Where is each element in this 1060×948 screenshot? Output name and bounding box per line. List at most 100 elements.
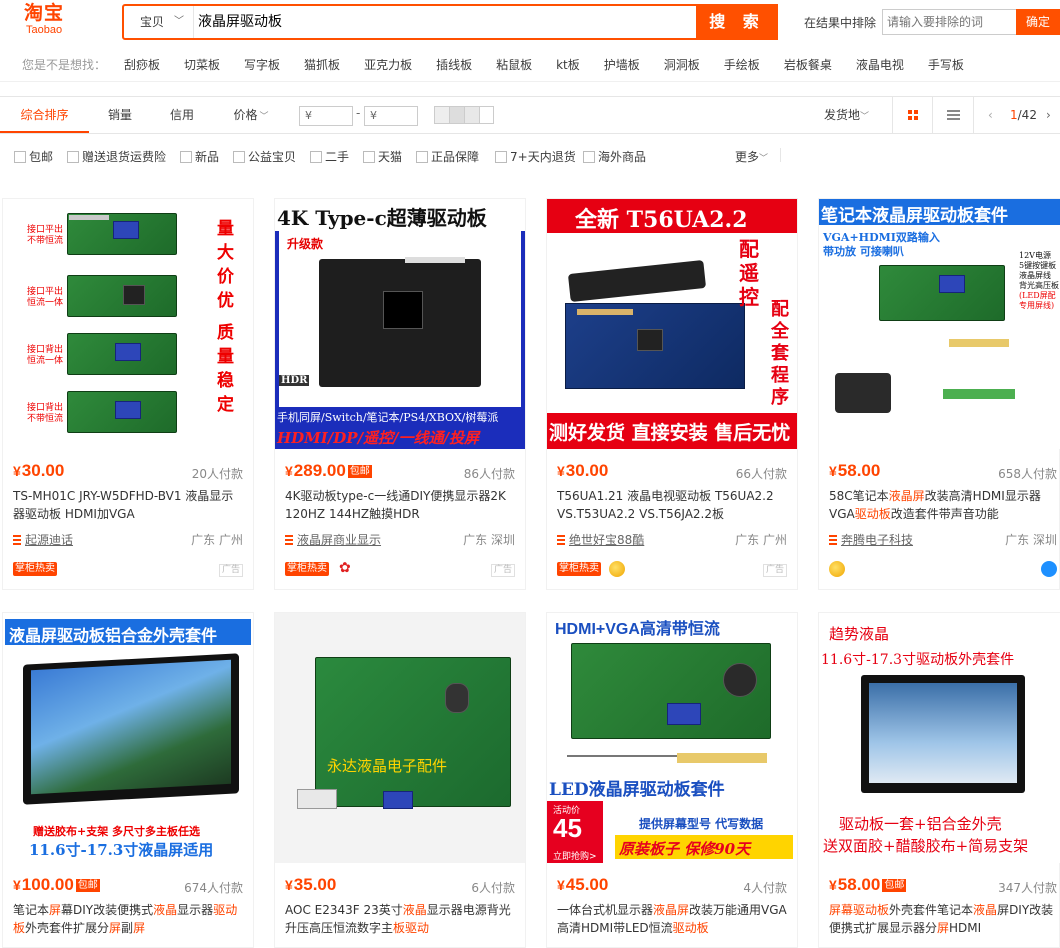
checkbox bbox=[233, 150, 245, 163]
suggestion-item[interactable]: 插线板 bbox=[436, 56, 472, 73]
product-image[interactable]: 趋势液晶 11.6寸-17.3寸驱动板外壳套件 驱动板一套+铝合金外壳 送双面胶… bbox=[819, 613, 1060, 863]
filter-overseas[interactable]: 海外商品 bbox=[583, 148, 646, 165]
sort-tab-sales[interactable]: 销量 bbox=[89, 97, 151, 133]
list-view-button[interactable] bbox=[932, 97, 974, 133]
suggestion-item[interactable]: 手写板 bbox=[928, 56, 964, 73]
prev-page-icon[interactable]: ‹ bbox=[988, 97, 993, 133]
image-caption: 12V电源 5键按键板 液晶屏线 背光高压板 (LED屏配 专用屏线) bbox=[1019, 251, 1059, 310]
product-card[interactable]: 接口平出 不带恒流 接口平出 恒流一体 接口背出 恒流一体 接口背出 不带恒流 量大价优… bbox=[2, 198, 254, 590]
product-title[interactable]: 笔记本屏幕DIY改装便携式液晶显示器驱动板外壳套件扩展分屏副屏 bbox=[13, 901, 245, 939]
suggestion-item[interactable]: 写字板 bbox=[244, 56, 280, 73]
product-image[interactable]: 笔记本液晶屏驱动板套件 VGA+HDMI双路输入 带功放 可接喇叭 12V电源 5… bbox=[819, 199, 1060, 449]
gold-medal-icon bbox=[829, 561, 845, 577]
suggestion-item[interactable]: 切菜板 bbox=[184, 56, 220, 73]
ad-label: 广告 bbox=[490, 564, 515, 577]
next-page-icon[interactable]: › bbox=[1046, 97, 1051, 133]
product-card[interactable]: HDMI+VGA高清带恒流 LED液晶屏驱动板套件 活动价 45 立即抢购> 提… bbox=[546, 612, 798, 948]
filter-7day-return[interactable]: 7+天内退货 bbox=[495, 148, 576, 165]
image-caption: 接口背出 不带恒流 bbox=[27, 403, 64, 424]
ad-label: 广告 bbox=[218, 564, 243, 577]
product-card[interactable]: 全新 T56UA2.2 配遥控 配全套程序 测好发货 直接安装 售后无忧 ¥30… bbox=[546, 198, 798, 590]
sort-tab-credit[interactable]: 信用 bbox=[151, 97, 213, 133]
search-scope-select[interactable]: 宝贝 ﹀ bbox=[124, 6, 194, 38]
buy-now-label[interactable]: 立即抢购> bbox=[553, 849, 597, 862]
shop-link[interactable]: 绝世好宝88酷 bbox=[557, 531, 644, 548]
sort-tab-default[interactable]: 综合排序 bbox=[0, 97, 89, 133]
exclude-label: 在结果中排除 bbox=[804, 16, 877, 30]
filter-label: 公益宝贝 bbox=[248, 150, 297, 164]
product-price: ¥58.00 bbox=[829, 461, 881, 480]
product-image[interactable]: 永达液晶电子配件 bbox=[275, 613, 525, 863]
product-image[interactable]: 全新 T56UA2.2 配遥控 配全套程序 测好发货 直接安装 售后无忧 bbox=[547, 199, 797, 449]
product-image[interactable]: 液晶屏驱动板铝合金外壳套件 赠送胶布+支架 多尺寸多主板任选 11.6寸-17.… bbox=[3, 613, 253, 863]
filter-genuine[interactable]: 正品保障 bbox=[416, 148, 479, 165]
chevron-down-icon: ﹀ bbox=[860, 112, 870, 122]
shop-link[interactable]: 起源迪话 bbox=[13, 531, 73, 548]
price-dash: - bbox=[356, 106, 361, 120]
product-price: ¥30.00 bbox=[13, 461, 65, 480]
hot-sale-badge: 掌柜热卖 bbox=[285, 562, 329, 576]
product-card[interactable]: 液晶屏驱动板铝合金外壳套件 赠送胶布+支架 多尺寸多主板任选 11.6寸-17.… bbox=[2, 612, 254, 948]
image-headline: 4K Type-c超薄驱动板 bbox=[277, 206, 487, 230]
filter-charity[interactable]: 公益宝贝 bbox=[233, 148, 296, 165]
suggestion-item[interactable]: 洞洞板 bbox=[664, 56, 700, 73]
product-title[interactable]: AOC E2343F 23英寸液晶显示器电源背光升压高压恒流数字主板驱动 bbox=[285, 901, 517, 939]
image-headline: 液晶屏驱动板铝合金外壳套件 bbox=[9, 626, 218, 645]
product-title[interactable]: 4K驱动板type-c一线通DIY便携显示器2K 120HZ 144HZ触摸HD… bbox=[285, 487, 517, 525]
divider bbox=[780, 148, 781, 162]
suggestion-item[interactable]: 猫抓板 bbox=[304, 56, 340, 73]
filter-label: 赠送退货运费险 bbox=[82, 150, 167, 164]
ship-from-filter[interactable]: 发货地﹀ bbox=[824, 97, 869, 133]
suggestion-item[interactable]: 粘鼠板 bbox=[496, 56, 532, 73]
image-slogan: 质量稳定 bbox=[217, 323, 234, 415]
suggestion-item[interactable]: 液晶电视 bbox=[856, 56, 904, 73]
search-button[interactable]: 搜 索 bbox=[696, 4, 778, 40]
filter-tmall[interactable]: 天猫 bbox=[363, 148, 402, 165]
product-card[interactable]: 笔记本液晶屏驱动板套件 VGA+HDMI双路输入 带功放 可接喇叭 12V电源 5… bbox=[818, 198, 1060, 590]
product-image[interactable]: HDMI+VGA高清带恒流 LED液晶屏驱动板套件 活动价 45 立即抢购> 提… bbox=[547, 613, 797, 863]
checkbox bbox=[180, 150, 192, 163]
product-title[interactable]: 一体台式机显示器液晶屏改装万能通用VGA高清HDMI带LED恒流驱动板 bbox=[557, 901, 789, 939]
product-price: ¥30.00 bbox=[557, 461, 609, 480]
product-title[interactable]: 58C笔记本液晶屏改装高清HDMI显示器VGA驱动板改造套件带声音功能 bbox=[829, 487, 1060, 525]
taobao-logo[interactable]: 淘宝 Taobao bbox=[24, 2, 84, 36]
exclude-input[interactable] bbox=[882, 9, 1016, 35]
shop-link[interactable]: 奔腾电子科技 bbox=[829, 531, 913, 548]
filter-second-hand[interactable]: 二手 bbox=[310, 148, 349, 165]
exclude-confirm-button[interactable]: 确定 bbox=[1016, 9, 1060, 35]
product-card[interactable]: 4K Type-c超薄驱动板 升级款 HDR 手机同屏/Switch/笔记本/P… bbox=[274, 198, 526, 590]
wangwang-icon[interactable] bbox=[1041, 561, 1057, 577]
filter-return-insurance[interactable]: 赠送退货运费险 bbox=[67, 148, 166, 165]
search-scope-label: 宝贝 bbox=[140, 15, 165, 29]
suggestion-item[interactable]: kt板 bbox=[556, 56, 580, 73]
flower-icon: ✿ bbox=[339, 560, 351, 576]
promo-price: 45 bbox=[553, 813, 582, 843]
product-card[interactable]: 永达液晶电子配件 ¥35.00 6人付款 AOC E2343F 23英寸液晶显示… bbox=[274, 612, 526, 948]
product-image[interactable]: 4K Type-c超薄驱动板 升级款 HDR 手机同屏/Switch/笔记本/P… bbox=[275, 199, 525, 449]
product-title[interactable]: T56UA1.21 液晶电视驱动板 T56UA2.2 VS.T53UA2.2 V… bbox=[557, 487, 789, 525]
product-title[interactable]: 屏幕驱动板外壳套件笔记本液晶屏DIY改装便携式扩展显示器分屏HDMI bbox=[829, 901, 1060, 939]
filter-row: 包邮 赠送退货运费险 新品 公益宝贝 二手 天猫 正品保障 7+天内退货 海外商… bbox=[0, 140, 1060, 170]
product-image[interactable]: 接口平出 不带恒流 接口平出 恒流一体 接口背出 恒流一体 接口背出 不带恒流 量大价优… bbox=[3, 199, 253, 449]
sort-tab-price[interactable]: 价格 ﹀ bbox=[213, 97, 289, 133]
price-min-input[interactable]: ¥ bbox=[299, 106, 353, 126]
image-subline: 带功放 可接喇叭 bbox=[823, 245, 904, 258]
suggestion-item[interactable]: 岩板餐桌 bbox=[784, 56, 832, 73]
suggestion-item[interactable]: 手绘板 bbox=[724, 56, 760, 73]
more-label: 更多 bbox=[735, 150, 760, 164]
product-card[interactable]: 趋势液晶 11.6寸-17.3寸驱动板外壳套件 驱动板一套+铝合金外壳 送双面胶… bbox=[818, 612, 1060, 948]
image-subline: LED液晶屏驱动板套件 bbox=[549, 780, 725, 800]
price-max-input[interactable]: ¥ bbox=[364, 106, 418, 126]
suggestion-item[interactable]: 刮痧板 bbox=[124, 56, 160, 73]
search-input[interactable] bbox=[198, 6, 698, 38]
hot-sale-badge: 掌柜热卖 bbox=[557, 562, 601, 576]
filter-new[interactable]: 新品 bbox=[180, 148, 219, 165]
product-title[interactable]: TS-MH01C JRY-W5DFHD-BV1 液晶显示器驱动板 HDMI加VG… bbox=[13, 487, 245, 525]
suggestion-item[interactable]: 护墙板 bbox=[604, 56, 640, 73]
suggestion-item[interactable]: 亚克力板 bbox=[364, 56, 412, 73]
grid-view-button[interactable] bbox=[892, 97, 932, 133]
checkbox bbox=[310, 150, 322, 163]
shop-link[interactable]: 液晶屏商业显示 bbox=[285, 531, 381, 548]
filter-free-shipping[interactable]: 包邮 bbox=[14, 148, 53, 165]
more-filters-button[interactable]: 更多﹀ bbox=[735, 148, 768, 165]
